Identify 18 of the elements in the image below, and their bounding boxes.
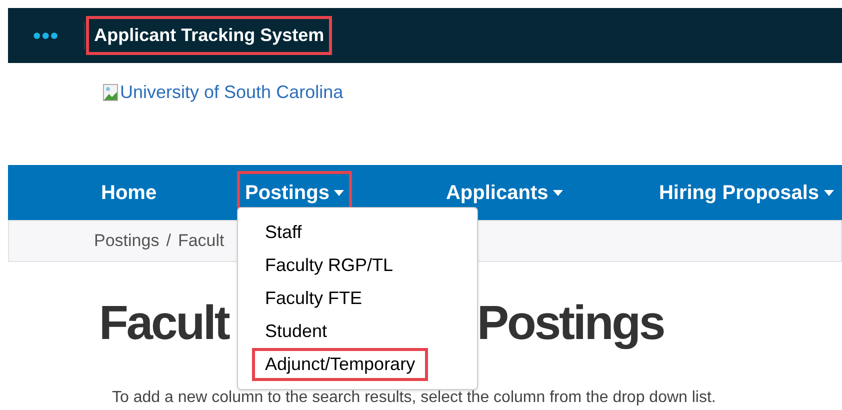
broken-image-icon xyxy=(103,84,119,102)
page-heading: Facult xyxy=(99,297,228,350)
dropdown-item[interactable]: Student xyxy=(252,315,340,348)
dropdown-item[interactable]: Adjunct/Temporary xyxy=(252,348,428,381)
page-heading: Postings xyxy=(477,300,664,348)
dropdown-item[interactable]: Faculty FTE xyxy=(252,282,376,315)
menu-button[interactable]: ••• xyxy=(33,24,60,46)
app-title: Applicant Tracking System xyxy=(86,16,332,55)
logo-link[interactable]: University of South Carolina xyxy=(103,79,344,106)
breadcrumb-link[interactable]: Postings xyxy=(94,228,160,254)
dropdown-item[interactable]: Faculty RGP/TL xyxy=(252,249,406,282)
dropdown-item[interactable]: Staff xyxy=(252,216,315,249)
breadcrumb-link[interactable]: Facult xyxy=(178,228,224,254)
nav-link[interactable]: Home xyxy=(93,170,165,214)
instructions-text: To add a new column to the search results, select the column from the drop down list. xyxy=(111,388,717,408)
breadcrumb-separator: / xyxy=(166,230,171,252)
nav-link[interactable]: Applicants xyxy=(438,170,572,214)
nav-link[interactable]: Hiring Proposals xyxy=(650,170,842,214)
